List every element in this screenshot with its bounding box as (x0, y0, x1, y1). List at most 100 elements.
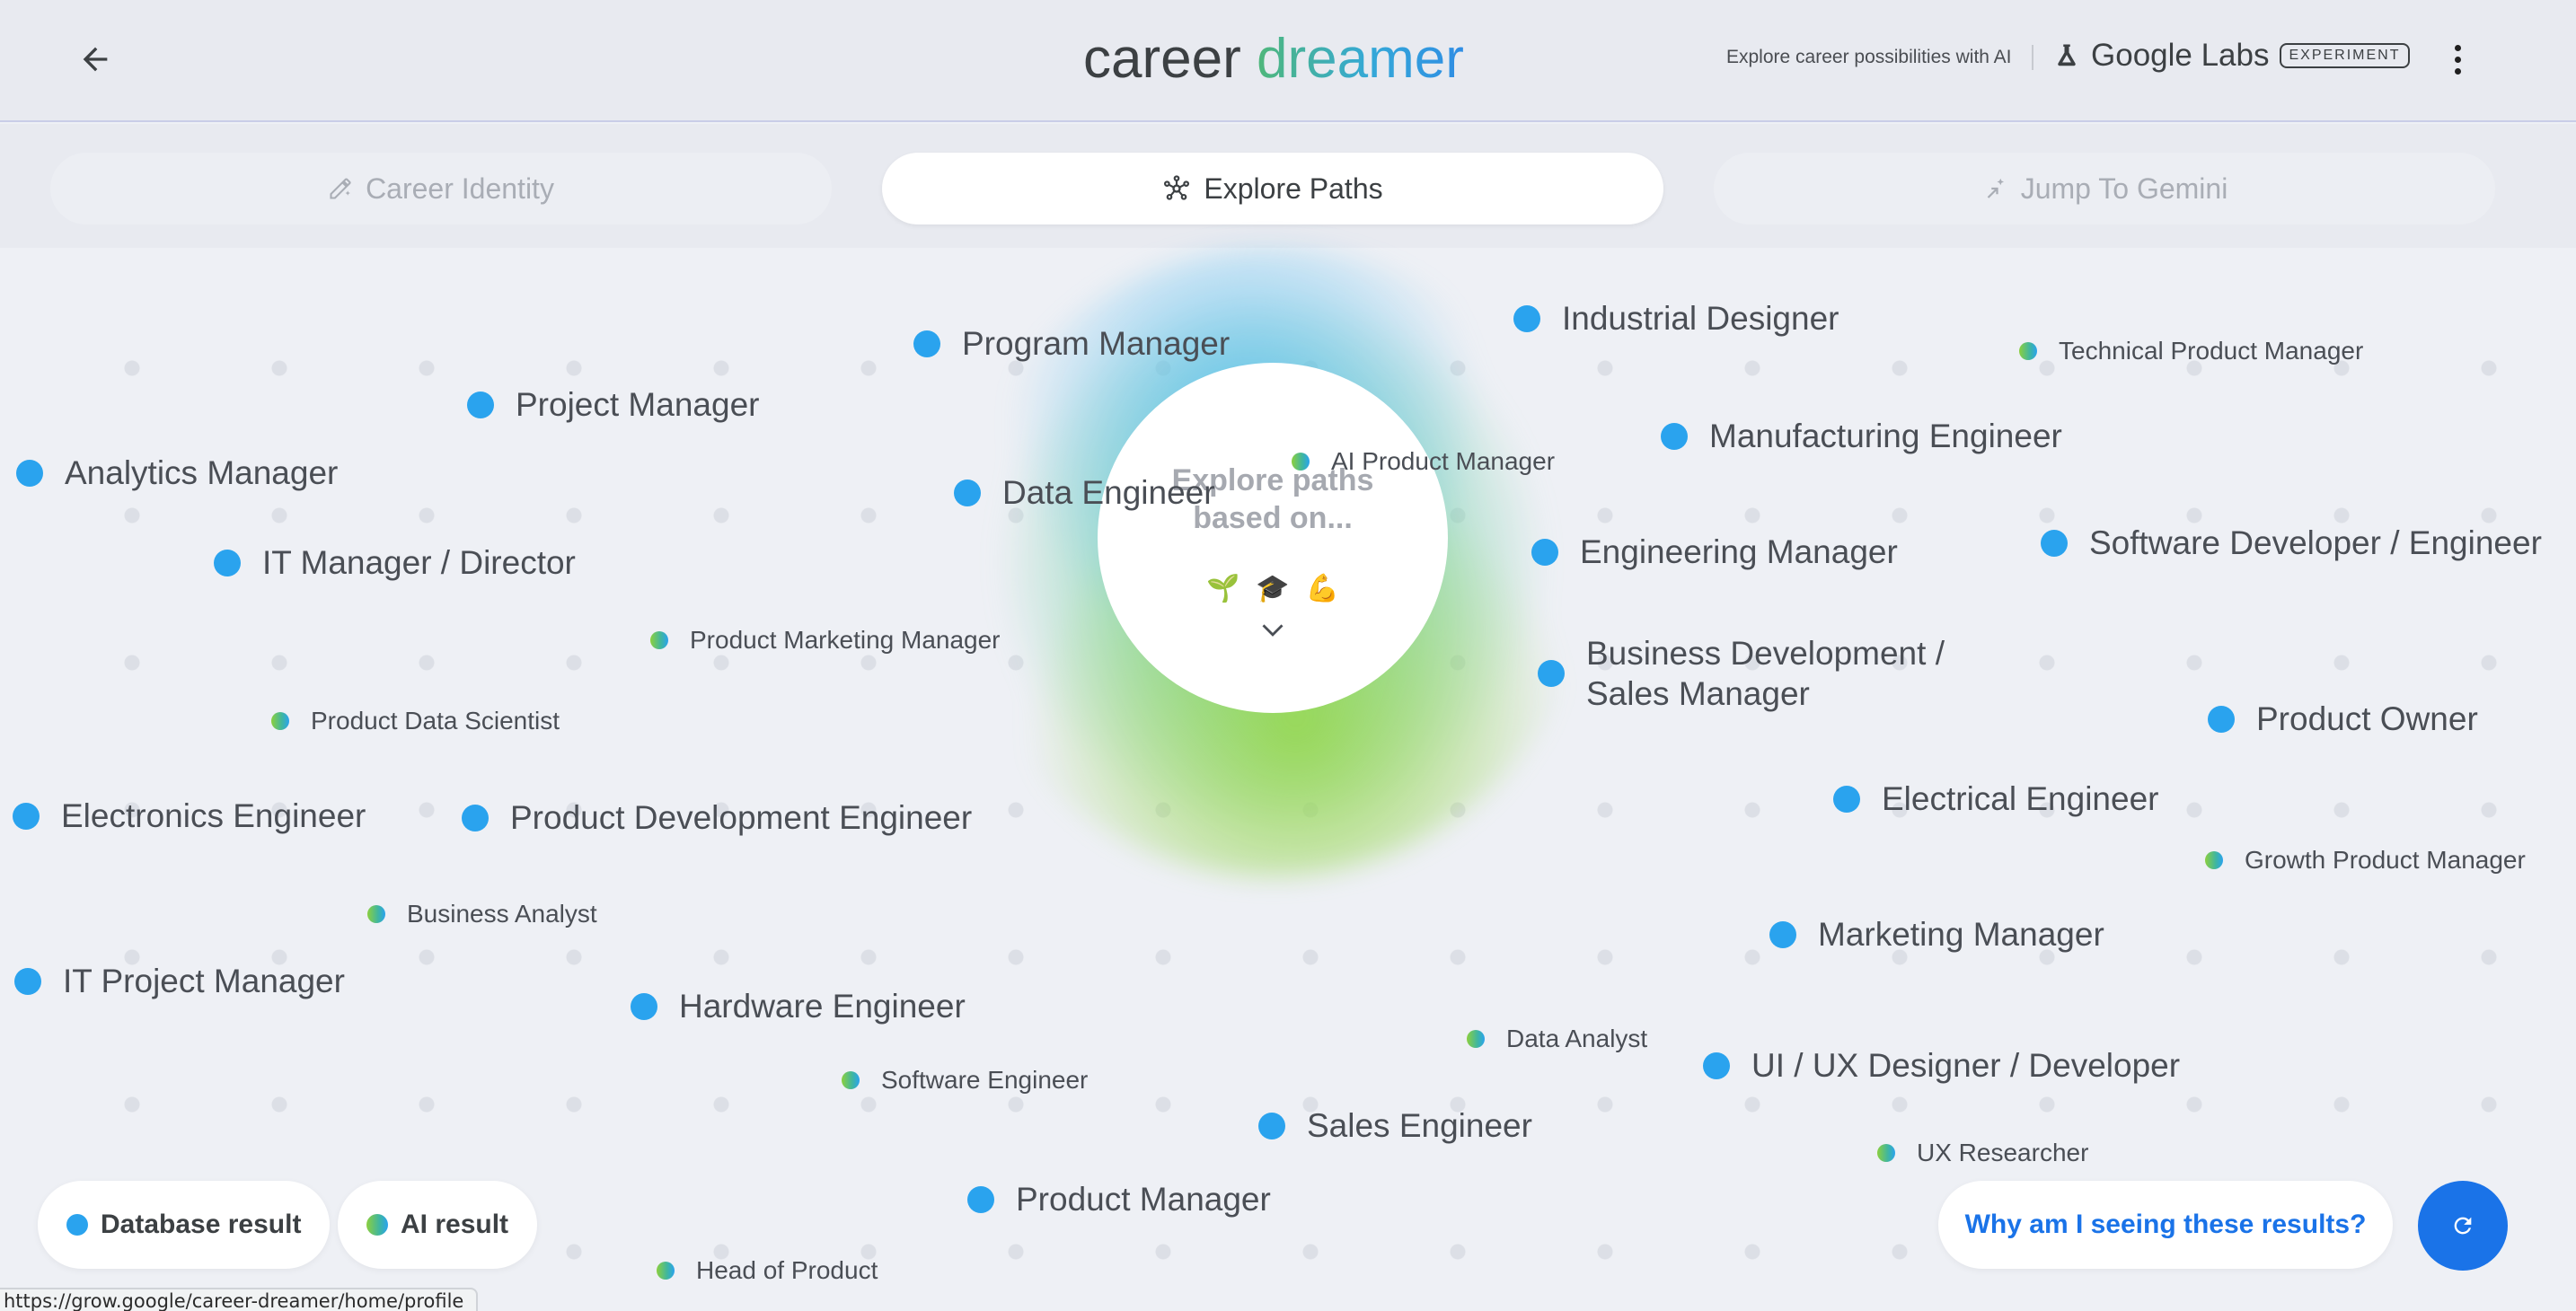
career-node-data-analyst[interactable]: Data Analyst (1467, 1025, 1647, 1053)
kebab-dot-icon (2454, 56, 2461, 63)
career-node-electronics-engineer[interactable]: Electronics Engineer (13, 797, 366, 835)
database-dot-icon (66, 1214, 88, 1236)
career-label: IT Manager / Director (262, 544, 576, 581)
career-node-electrical-engineer[interactable]: Electrical Engineer (1833, 780, 2158, 818)
career-node-business-development-sales-manager[interactable]: Business Development / Sales Manager (1538, 633, 1951, 714)
tab-bar: Career Identity Explore Paths Jump To Ge… (0, 124, 2576, 248)
career-label: Hardware Engineer (679, 988, 966, 1025)
refresh-button[interactable] (2418, 1181, 2508, 1271)
career-node-sales-engineer[interactable]: Sales Engineer (1258, 1107, 1532, 1145)
graduation-cap-icon: 🎓 (1256, 574, 1290, 603)
ai-dot-icon (842, 1071, 860, 1089)
career-label: Product Marketing Manager (690, 626, 1001, 654)
database-dot-icon (13, 803, 40, 830)
database-dot-icon (631, 993, 657, 1020)
tab-career-identity[interactable]: Career Identity (50, 153, 832, 224)
career-node-technical-product-manager[interactable]: Technical Product Manager (2019, 337, 2363, 365)
legend-label: Database result (101, 1210, 302, 1239)
tagline: Explore career possibilities with AI (1726, 47, 2012, 67)
career-node-product-owner[interactable]: Product Owner (2208, 700, 2478, 738)
career-label: Product Owner (2256, 700, 2478, 737)
legend-database-result[interactable]: Database result (38, 1181, 331, 1269)
google-labs-brand[interactable]: Google Labs EXPERIMENT (2053, 38, 2410, 74)
career-node-head-of-product[interactable]: Head of Product (657, 1256, 878, 1285)
career-label: Analytics Manager (65, 454, 339, 491)
career-label: Business Development / Sales Manager (1586, 635, 1945, 712)
database-dot-icon (954, 480, 981, 506)
why-results-button[interactable]: Why am I seeing these results? (1938, 1181, 2393, 1269)
career-node-product-data-scientist[interactable]: Product Data Scientist (271, 707, 560, 735)
database-dot-icon (14, 968, 41, 995)
career-node-program-manager[interactable]: Program Manager (913, 325, 1230, 363)
logo-word-career: career (1083, 28, 1241, 90)
career-label: Growth Product Manager (2245, 846, 2526, 874)
career-node-product-development-engineer[interactable]: Product Development Engineer (462, 799, 972, 837)
career-node-project-manager[interactable]: Project Manager (467, 386, 759, 424)
career-node-software-engineer[interactable]: Software Engineer (842, 1066, 1088, 1095)
kebab-dot-icon (2454, 67, 2461, 75)
database-dot-icon (16, 460, 43, 487)
career-label: AI Product Manager (1331, 447, 1556, 475)
career-node-ui-ux-designer-developer[interactable]: UI / UX Designer / Developer (1703, 1047, 2180, 1085)
career-node-ai-product-manager[interactable]: AI Product Manager (1292, 447, 1555, 476)
career-node-industrial-designer[interactable]: Industrial Designer (1513, 300, 1839, 338)
career-node-software-developer-engineer[interactable]: Software Developer / Engineer (2041, 524, 2542, 562)
ai-dot-icon (367, 905, 385, 923)
career-node-engineering-manager[interactable]: Engineering Manager (1531, 533, 1898, 571)
career-dreamer-logo: career dreamer (1083, 23, 1464, 95)
database-dot-icon (1661, 423, 1688, 450)
career-node-growth-product-manager[interactable]: Growth Product Manager (2205, 846, 2526, 875)
career-label: Software Engineer (881, 1066, 1089, 1094)
career-label: Technical Product Manager (2059, 337, 2364, 365)
career-label: Electrical Engineer (1882, 780, 2159, 817)
tab-explore-paths[interactable]: Explore Paths (882, 153, 1663, 224)
ai-dot-icon (366, 1214, 388, 1236)
database-dot-icon (1703, 1052, 1730, 1079)
tab-label: Jump To Gemini (2020, 172, 2228, 205)
career-node-ux-researcher[interactable]: UX Researcher (1877, 1139, 2088, 1167)
ai-dot-icon (2019, 342, 2037, 360)
career-label: Program Manager (962, 325, 1231, 362)
tab-jump-to-gemini[interactable]: Jump To Gemini (1714, 153, 2495, 224)
flexed-bicep-icon: 💪 (1305, 574, 1340, 603)
more-options-button[interactable] (2438, 32, 2477, 86)
pencil-sparkle-icon (330, 178, 351, 199)
database-dot-icon (1513, 305, 1540, 332)
career-node-manufacturing-engineer[interactable]: Manufacturing Engineer (1661, 418, 2062, 455)
kebab-dot-icon (2454, 44, 2461, 51)
career-label: Electronics Engineer (61, 797, 366, 834)
tab-label: Career Identity (366, 172, 554, 205)
experiment-badge: EXPERIMENT (2280, 43, 2410, 68)
career-node-product-marketing-manager[interactable]: Product Marketing Manager (650, 626, 1001, 655)
seedling-icon: 🌱 (1205, 574, 1240, 603)
database-dot-icon (462, 805, 489, 831)
legend-ai-result[interactable]: AI result (338, 1181, 538, 1269)
sparkle-arrow-icon (1987, 178, 2004, 198)
career-node-hardware-engineer[interactable]: Hardware Engineer (631, 988, 966, 1025)
center-explore-card[interactable]: Explore paths based on... 🌱 🎓 💪 (1098, 363, 1448, 713)
career-label: UI / UX Designer / Developer (1751, 1047, 2181, 1084)
career-node-data-engineer[interactable]: Data Engineer (954, 474, 1215, 512)
career-label: Sales Engineer (1307, 1107, 1532, 1144)
ai-dot-icon (1292, 453, 1310, 471)
career-node-analytics-manager[interactable]: Analytics Manager (16, 454, 338, 492)
career-node-it-manager-director[interactable]: IT Manager / Director (214, 544, 576, 582)
database-dot-icon (1531, 539, 1558, 566)
career-label: Head of Product (696, 1256, 878, 1284)
app-header: career dreamer Explore career possibilit… (0, 0, 2576, 122)
ai-dot-icon (657, 1262, 675, 1280)
back-button[interactable] (68, 32, 122, 86)
ai-dot-icon (1877, 1144, 1895, 1162)
database-dot-icon (2208, 706, 2235, 733)
career-label: Product Data Scientist (311, 707, 560, 735)
career-node-product-manager[interactable]: Product Manager (967, 1181, 1271, 1219)
career-label: Business Analyst (407, 900, 597, 928)
database-dot-icon (1258, 1113, 1285, 1139)
career-node-marketing-manager[interactable]: Marketing Manager (1769, 916, 2104, 954)
career-node-it-project-manager[interactable]: IT Project Manager (14, 963, 345, 1000)
career-label: Project Manager (516, 386, 760, 423)
logo-word-dreamer: dreamer (1256, 28, 1464, 90)
expand-button[interactable] (1260, 620, 1285, 643)
arrow-left-icon (83, 47, 108, 72)
career-node-business-analyst[interactable]: Business Analyst (367, 900, 597, 928)
